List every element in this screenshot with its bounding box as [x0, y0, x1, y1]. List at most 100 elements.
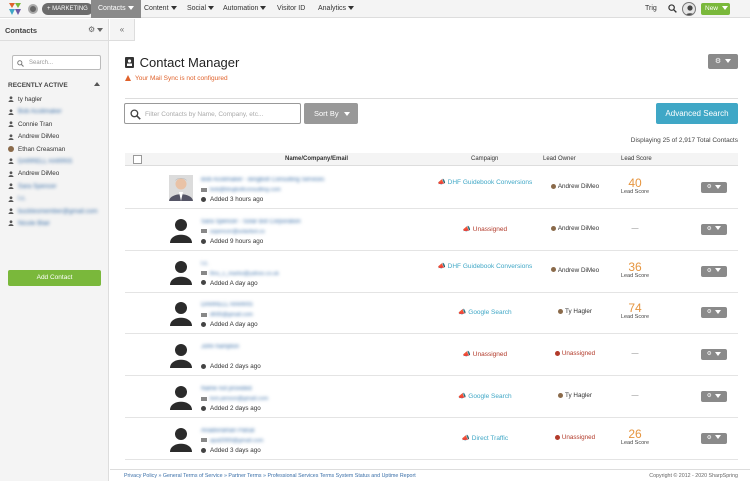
search-icon — [17, 60, 24, 67]
sidebar-recent-item[interactable]: Nicole Blair — [8, 220, 50, 227]
sidebar-recent-item[interactable]: Bob Acolimaker — [8, 108, 62, 115]
divider — [125, 98, 738, 99]
campaign-link[interactable]: 📣 DHF Guidebook Conversions — [435, 262, 535, 271]
new-button[interactable]: New — [701, 3, 730, 15]
sort-by-button[interactable]: Sort By — [304, 103, 358, 124]
row-actions-button[interactable]: ⚙ — [701, 265, 727, 277]
add-contact-button[interactable]: Add Contact — [8, 270, 101, 286]
nav-automation[interactable]: Automation — [216, 0, 273, 18]
sidebar-recent-item[interactable]: DARRELL HARRIS — [8, 158, 72, 165]
person-icon — [8, 195, 14, 202]
campaign-link[interactable]: 📣 Google Search — [435, 392, 535, 401]
contact-email[interactable]: bob@bingboltconsulting.com — [201, 187, 281, 193]
lead-owner[interactable]: Ty Hagler — [525, 308, 625, 315]
column-campaign[interactable]: Campaign — [471, 156, 498, 162]
lead-owner[interactable]: Ty Hagler — [525, 392, 625, 399]
lead-owner[interactable]: Unassigned — [525, 350, 625, 357]
contact-name[interactable]: Bob Acolimaker - Bingbolt Consulting Ser… — [201, 177, 324, 183]
sidebar-recent-item[interactable]: l.c. — [8, 195, 26, 202]
display-count: Displaying 25 of 2,917 Total Contacts — [630, 137, 738, 144]
contact-name[interactable]: Anadivraman Palsal — [201, 428, 254, 434]
row-actions-button[interactable]: ⚙ — [701, 432, 727, 444]
sidebar-recent-item[interactable]: bucklesmember@gmail.com — [8, 208, 98, 215]
contact-email[interactable]: thru_c_marko@yahoo.co.uk — [201, 271, 279, 277]
user-avatar[interactable] — [682, 2, 696, 16]
filter-contacts-input[interactable]: Filter Contacts by Name, Company, etc... — [124, 103, 301, 124]
person-icon — [558, 392, 564, 398]
column-lead-score[interactable]: Lead Score — [621, 156, 652, 162]
nav-visitor-id[interactable]: Visitor ID — [270, 0, 312, 18]
row-actions-button[interactable]: ⚙ — [701, 391, 727, 402]
contact-email[interactable]: apal2000@gmail.com — [201, 438, 263, 444]
sidebar-search-input[interactable]: Search... — [12, 55, 101, 70]
lead-owner[interactable]: Andrew DiMeo — [525, 267, 625, 274]
sidebar-recent-item[interactable]: Ethan Creasman — [8, 146, 65, 153]
contact-photo[interactable] — [169, 300, 193, 327]
lead-owner[interactable]: Andrew DiMeo — [525, 225, 625, 232]
column-lead-owner[interactable]: Lead Owner — [543, 156, 576, 162]
app-switcher-icon[interactable] — [28, 4, 38, 14]
added-time: Added 3 hours ago — [201, 196, 263, 203]
marketing-badge[interactable]: + MARKETING — [42, 3, 93, 15]
contact-name[interactable]: Name not provided — [201, 386, 252, 392]
nav-social[interactable]: Social — [180, 0, 221, 18]
contact-photo[interactable] — [169, 259, 193, 285]
user-name[interactable]: Trig — [645, 0, 657, 18]
nav-analytics[interactable]: Analytics — [311, 0, 361, 18]
contact-name[interactable]: l.c. — [201, 261, 209, 267]
added-time: Added 3 days ago — [201, 447, 261, 454]
select-all-checkbox[interactable] — [133, 155, 142, 164]
row-actions-button[interactable]: ⚙ — [701, 182, 727, 193]
row-actions-button[interactable]: ⚙ — [701, 349, 727, 361]
sidebar-recent-item[interactable]: ty hagler — [8, 96, 42, 103]
row-actions-button[interactable]: ⚙ — [701, 307, 727, 319]
campaign-link[interactable]: 📣 DHF Guidebook Conversions — [435, 178, 535, 187]
settings-dropdown-button[interactable]: ⚙ — [708, 54, 738, 69]
chevron-up-icon[interactable] — [94, 82, 100, 86]
sidebar-recent-item[interactable]: Connie Tran — [8, 121, 52, 128]
contact-name[interactable]: DARRELL HARRIS — [201, 302, 253, 308]
clock-icon — [201, 322, 206, 328]
contact-photo[interactable] — [169, 426, 193, 452]
added-time: Added A day ago — [201, 321, 258, 328]
sidebar-recent-label: Nicole Blair — [18, 220, 50, 227]
contact-email[interactable]: sspencer@solarbot.co — [201, 229, 265, 235]
campaign-link[interactable]: 📣 Google Search — [435, 308, 535, 317]
sidebar-recent-item[interactable]: Sara Spencer — [8, 183, 57, 190]
campaign-link[interactable]: 📣 Unassigned — [435, 350, 535, 359]
sidebar-recent-item[interactable]: Andrew DiMeo — [8, 170, 59, 177]
contact-name[interactable]: Sara Spencer - Solar Bot Corporation — [201, 219, 301, 225]
lead-owner[interactable]: Unassigned — [525, 434, 625, 441]
search-icon[interactable] — [668, 4, 677, 13]
nav-content[interactable]: Content — [137, 0, 184, 18]
avatar-icon — [8, 145, 14, 152]
megaphone-icon: 📣 — [462, 225, 471, 233]
clock-icon — [201, 196, 206, 202]
campaign-link[interactable]: 📣 Direct Traffic — [435, 434, 535, 443]
contact-email[interactable]: tom.person@gmail.com — [201, 396, 268, 402]
contact-photo[interactable] — [169, 175, 193, 201]
collapse-sidebar-icon[interactable]: « — [110, 19, 135, 41]
nav-contacts[interactable]: Contacts — [91, 0, 141, 18]
row-actions-button[interactable]: ⚙ — [701, 223, 727, 235]
person-icon — [8, 158, 14, 165]
contact-photo[interactable] — [169, 342, 193, 369]
footer-links[interactable]: Privacy Policy » General Terms of Servic… — [124, 470, 416, 482]
contact-photo[interactable] — [169, 384, 193, 410]
person-icon — [558, 309, 564, 315]
sidebar: Contacts ⚙ Search... RECENTLY ACTIVE ty … — [0, 19, 110, 481]
email-icon — [201, 438, 207, 443]
main-content: Contact Manager ⚙ Your Mail Sync is not … — [110, 41, 750, 481]
gear-icon[interactable]: ⚙ — [88, 25, 104, 34]
advanced-search-button[interactable]: Advanced Search — [656, 103, 738, 124]
mail-sync-warning[interactable]: Your Mail Sync is not configured — [125, 75, 228, 82]
sharpspring-logo-icon[interactable] — [9, 3, 21, 15]
campaign-link[interactable]: 📣 Unassigned — [435, 225, 535, 234]
contact-name[interactable]: John hampton — [201, 344, 239, 350]
sidebar-recent-label: Ethan Creasman — [18, 145, 66, 153]
lead-owner[interactable]: Andrew DiMeo — [525, 183, 625, 190]
sidebar-recent-item[interactable]: Andrew DiMeo — [8, 133, 59, 140]
megaphone-icon: 📣 — [437, 179, 446, 186]
contact-email[interactable]: dh55@gmail.com — [201, 312, 253, 318]
contact-photo[interactable] — [169, 217, 193, 243]
